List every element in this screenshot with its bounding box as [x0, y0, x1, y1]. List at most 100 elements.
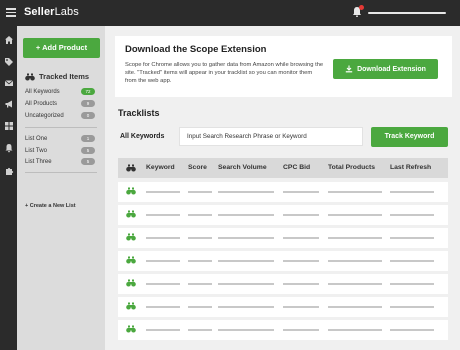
- cell-placeholder: [218, 214, 274, 216]
- sidebar-item-label: Uncategorized: [25, 113, 64, 119]
- extension-title: Download the Scope Extension: [125, 44, 267, 55]
- cell-placeholder: [146, 214, 180, 216]
- binoculars-icon[interactable]: [126, 210, 136, 218]
- cell-placeholder: [218, 191, 274, 193]
- sidebar-divider: [25, 172, 97, 173]
- cell-placeholder: [390, 283, 434, 285]
- user-menu-placeholder[interactable]: [368, 12, 446, 14]
- binoculars-icon[interactable]: [126, 233, 136, 241]
- create-list-link[interactable]: + Create a New List: [25, 203, 76, 209]
- binoculars-icon: [126, 164, 136, 172]
- column-header-keyword[interactable]: Keyword: [146, 158, 175, 178]
- cell-placeholder: [390, 260, 434, 262]
- sidebar-list-three[interactable]: List Three 5: [25, 158, 95, 166]
- extension-card: Download the Scope Extension Scope for C…: [115, 36, 452, 97]
- sidebar-item-label: All Products: [25, 101, 58, 107]
- cell-placeholder: [146, 260, 180, 262]
- binoculars-icon[interactable]: [126, 302, 136, 310]
- home-icon[interactable]: [4, 35, 14, 45]
- download-extension-button[interactable]: Download Extension: [333, 59, 438, 79]
- sidebar-list-one[interactable]: List One 1: [25, 135, 95, 143]
- cell-placeholder: [328, 214, 382, 216]
- sidebar-list-two[interactable]: List Two 5: [25, 147, 95, 155]
- keywords-filter-label: All Keywords: [120, 133, 165, 140]
- sidebar-item-all-products[interactable]: All Products 9: [25, 100, 95, 108]
- table-row[interactable]: [118, 251, 448, 271]
- cell-placeholder: [328, 260, 382, 262]
- sidebar: + Add Product Tracked Items All Keywords…: [17, 26, 105, 350]
- table-row[interactable]: [118, 228, 448, 248]
- cell-placeholder: [328, 283, 382, 285]
- cell-placeholder: [188, 260, 212, 262]
- table-row[interactable]: [118, 182, 448, 202]
- sidebar-item-all-keywords[interactable]: All Keywords 72: [25, 88, 95, 96]
- main-content: Download the Scope Extension Scope for C…: [105, 26, 460, 350]
- column-header-search-volume[interactable]: Search Volume: [218, 158, 267, 178]
- top-bar: SellerLabs: [0, 0, 460, 26]
- binoculars-icon[interactable]: [126, 256, 136, 264]
- count-badge: 72: [81, 88, 95, 95]
- column-header-cpc-bid[interactable]: CPC Bid: [283, 158, 310, 178]
- table-row[interactable]: [118, 274, 448, 294]
- keyword-search-input[interactable]: [179, 127, 363, 146]
- tracked-items-heading: Tracked Items: [25, 72, 89, 81]
- binoculars-icon[interactable]: [126, 325, 136, 333]
- notification-dot: [359, 5, 364, 10]
- grid-icon[interactable]: [4, 121, 14, 131]
- cell-placeholder: [218, 329, 274, 331]
- track-keyword-button[interactable]: Track Keyword: [371, 127, 448, 147]
- tracklists-title: Tracklists: [118, 108, 160, 118]
- column-header-last-refresh[interactable]: Last Refresh: [390, 158, 431, 178]
- binoculars-icon[interactable]: [126, 187, 136, 195]
- column-header-total-products[interactable]: Total Products: [328, 158, 375, 178]
- count-badge: 5: [81, 147, 95, 154]
- megaphone-icon[interactable]: [4, 99, 14, 109]
- cell-placeholder: [146, 237, 180, 239]
- cell-placeholder: [283, 306, 319, 308]
- cell-placeholder: [218, 283, 274, 285]
- table-row[interactable]: [118, 320, 448, 340]
- table-row[interactable]: [118, 297, 448, 317]
- menu-icon[interactable]: [6, 8, 16, 17]
- sidebar-item-label: List Three: [25, 159, 52, 165]
- cell-placeholder: [188, 306, 212, 308]
- add-product-button[interactable]: + Add Product: [23, 38, 100, 58]
- cell-placeholder: [283, 260, 319, 262]
- cell-placeholder: [390, 306, 434, 308]
- extension-description: Scope for Chrome allows you to gather da…: [125, 62, 324, 84]
- cell-placeholder: [218, 237, 274, 239]
- cell-placeholder: [283, 237, 319, 239]
- cell-placeholder: [390, 214, 434, 216]
- cell-placeholder: [146, 191, 180, 193]
- cell-placeholder: [188, 191, 212, 193]
- sidebar-item-label: List Two: [25, 148, 47, 154]
- cell-placeholder: [283, 283, 319, 285]
- cell-placeholder: [146, 283, 180, 285]
- cell-placeholder: [390, 329, 434, 331]
- sidebar-item-label: List One: [25, 136, 48, 142]
- cell-placeholder: [328, 306, 382, 308]
- bell-icon[interactable]: [4, 143, 14, 153]
- table-header: Keyword Score Search Volume CPC Bid Tota…: [118, 158, 448, 178]
- binoculars-icon[interactable]: [126, 279, 136, 287]
- app-logo[interactable]: SellerLabs: [24, 6, 79, 18]
- cell-placeholder: [146, 306, 180, 308]
- cell-placeholder: [218, 260, 274, 262]
- puzzle-icon[interactable]: [4, 166, 14, 176]
- cell-placeholder: [328, 237, 382, 239]
- icon-rail: [0, 26, 17, 350]
- binoculars-icon: [25, 73, 35, 80]
- sidebar-item-uncategorized[interactable]: Uncategorized 0: [25, 112, 95, 120]
- cell-placeholder: [188, 237, 212, 239]
- cell-placeholder: [283, 329, 319, 331]
- table-row[interactable]: [118, 205, 448, 225]
- sidebar-divider: [25, 127, 97, 128]
- column-header-score[interactable]: Score: [188, 158, 207, 178]
- cell-placeholder: [283, 214, 319, 216]
- download-extension-label: Download Extension: [357, 65, 426, 73]
- cell-placeholder: [218, 306, 274, 308]
- mail-icon[interactable]: [4, 78, 14, 88]
- download-icon: [345, 65, 353, 73]
- tag-icon[interactable]: [4, 57, 14, 67]
- cell-placeholder: [188, 283, 212, 285]
